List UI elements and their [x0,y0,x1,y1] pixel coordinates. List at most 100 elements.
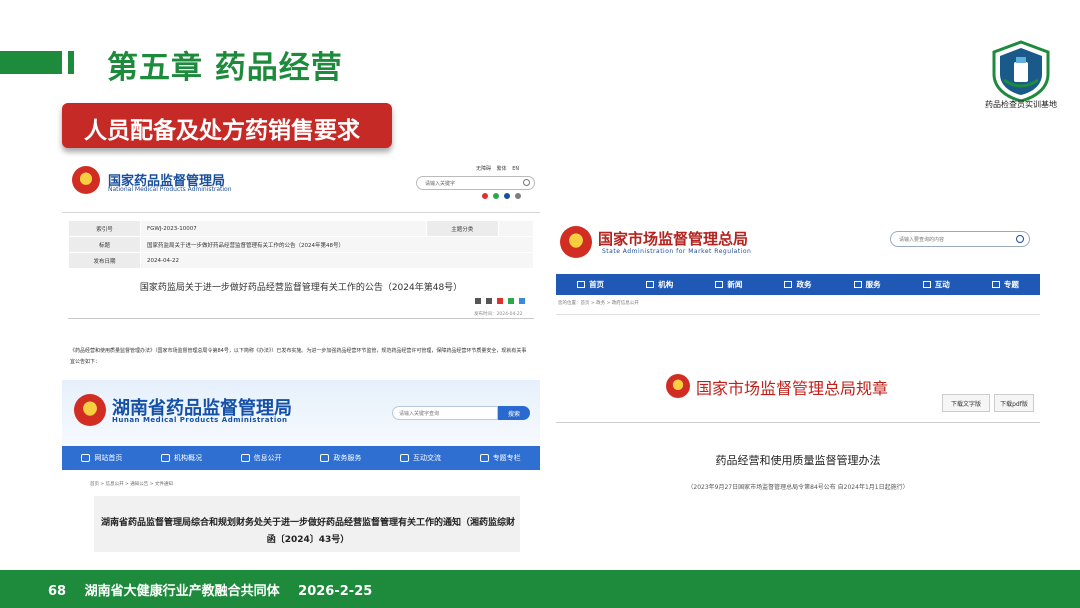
nav-label: 专题专栏 [492,454,521,462]
nav-label: 信息公开 [253,454,282,462]
nav-label: 机构概况 [174,454,202,462]
samr-site-name[interactable]: 国家市场监督管理总局 [598,228,748,249]
weibo-icon[interactable] [482,193,488,199]
wechat-icon[interactable] [492,193,499,199]
qq-share-icon[interactable] [518,298,525,304]
interaction-icon [922,281,931,288]
footer-organization: 湖南省大健康行业产教融合共同体 [84,584,280,599]
law-title: 药品经营和使用质量监督管理办法 [715,454,881,467]
home-icon [577,281,586,288]
download-pdf-button[interactable]: 下载pdf版 [994,394,1034,412]
government-icon [784,281,793,288]
nav-label: 服务 [865,280,881,289]
nav-government-affairs[interactable]: 政务 [763,274,832,295]
meta-key: 标题 [68,236,141,253]
nav-interaction[interactable]: 互动交流 [381,446,461,470]
divider [62,212,540,213]
traditional-chinese-link[interactable]: 繁体 [497,165,507,172]
news-icon [715,281,724,288]
nmpa-search-placeholder: 请输入关键字 [425,181,456,187]
nmpa-site-name-en: National Medical Products Administration [108,186,232,193]
section-banner: 人员配备及处方药销售要求 [62,103,392,148]
nmpa-social-links [482,193,524,201]
search-icon[interactable] [1016,235,1024,243]
nmpa-notice-title: 国家药监局关于进一步做好药品经营监督管理有关工作的公告（2024年第48号） [139,283,463,293]
download-word-button[interactable]: 下载文字版 [942,394,990,412]
samr-search-placeholder: 请输入要查询的内容 [899,237,945,243]
document-icon [240,454,250,462]
nav-news[interactable]: 新闻 [694,274,763,295]
meta-key: 主题分类 [425,220,499,237]
nav-label: 专题 [1003,280,1019,289]
hunan-search-button[interactable]: 搜索 [498,406,530,420]
samr-breadcrumb[interactable]: 您的位置：首页 > 政务 > 政府信息公开 [558,300,639,306]
meta-value: FGWJ-2023-10007 [140,220,427,237]
share-icon[interactable] [496,298,503,304]
chat-icon [400,454,410,462]
english-link[interactable]: EN [512,166,519,172]
print-icon[interactable] [485,298,492,304]
nmpa-article-tools [475,298,528,306]
samr-nav-bar: 首页 机构 新闻 政务 服务 互动 专题 [556,274,1040,295]
nav-topics[interactable]: 专题专栏 [460,446,540,470]
national-emblem-icon [74,394,106,426]
nav-home[interactable]: 首页 [556,274,625,295]
divider [68,318,534,319]
nmpa-search-input[interactable]: 请输入关键字 [416,176,535,190]
mobile-icon[interactable] [503,193,510,199]
footer-text: 68 湖南省大健康行业产教融合共同体 2026-2-25 [48,580,386,599]
hunan-search-input[interactable]: 请输入关键字查询 [392,406,498,420]
nav-info-disclosure[interactable]: 信息公开 [221,446,301,470]
message-icon[interactable] [514,193,521,199]
wechat-share-icon[interactable] [507,298,514,304]
heart-icon [853,281,862,288]
nmpa-top-links: 无障碍 繁体 EN [476,165,523,172]
home-icon [81,454,91,462]
hunan-doc-title: 湖南省药品监督管理局综合和规划财务处关于进一步做好药品经营监督管理有关工作的通知… [100,518,515,545]
nav-topics[interactable]: 专题 [971,274,1040,295]
national-emblem-icon [72,166,100,194]
organization-icon [646,281,655,288]
samr-search-input[interactable]: 请输入要查询的内容 [890,231,1030,247]
header-accent-bar-small [68,51,74,74]
hunan-breadcrumb[interactable]: 首页 > 信息公开 > 通知公告 > 文件通知 [90,481,173,487]
divider [556,422,1040,423]
logo-caption: 药品检查员实训基地 [985,100,1057,109]
hunan-site-name-en: Hunan Medical Products Administration [112,416,288,424]
divider [556,314,1040,315]
table-row: 发布日期 2024-04-22 [68,252,534,269]
law-subtitle: （2023年9月27日国家市场监督管理总局令第84号公布 自2024年1月1日起… [687,484,909,491]
search-icon[interactable] [523,179,530,186]
samr-site-name-en: State Administration for Market Regulati… [602,248,752,255]
nav-organization[interactable]: 机构概况 [142,446,222,470]
meta-value [497,220,535,237]
nav-services[interactable]: 服务 [833,274,902,295]
nav-label: 首页 [589,280,605,289]
nav-label: 政务 [796,280,812,289]
organization-icon [161,454,170,462]
nav-label: 互动交流 [413,454,442,462]
hunan-screenshot: 湖南省药品监督管理局 Hunan Medical Products Admini… [62,380,540,552]
national-emblem-icon [560,226,592,258]
nav-home[interactable]: 网站首页 [62,446,142,470]
nav-services[interactable]: 政务服务 [301,446,381,470]
nmpa-header: 国家药品监督管理局 National Medical Products Admi… [62,158,540,206]
table-row: 索引号 FGWJ-2023-10007 主题分类 [68,220,535,237]
download-icon[interactable] [475,298,481,304]
hunan-nav-bar: 网站首页 机构概况 信息公开 政务服务 互动交流 专题专栏 [62,446,540,470]
nmpa-meta-table: 索引号 FGWJ-2023-10007 主题分类 标题 国家药监局关于进一步做好… [68,220,535,269]
nav-label: 互动 [934,280,950,289]
page-number: 68 [48,584,67,599]
nmpa-screenshot: 国家药品监督管理局 National Medical Products Admi… [62,158,540,373]
inspector-base-logo [992,40,1050,102]
samr-screenshot: 国家市场监督管理总局 State Administration for Mark… [556,212,1040,504]
meta-value: 国家药监局关于进一步做好药品经营监督管理有关工作的公告（2024年第48号） [140,236,534,253]
nav-organization[interactable]: 机构 [625,274,694,295]
nav-label: 网站首页 [94,454,123,462]
nmpa-pub-date: 发布时间：2024-04-22 [474,312,523,317]
topics-icon [479,454,489,462]
nav-label: 新闻 [727,280,743,289]
accessibility-link[interactable]: 无障碍 [476,165,491,172]
nav-label: 机构 [658,280,674,289]
nav-interaction[interactable]: 互动 [902,274,971,295]
